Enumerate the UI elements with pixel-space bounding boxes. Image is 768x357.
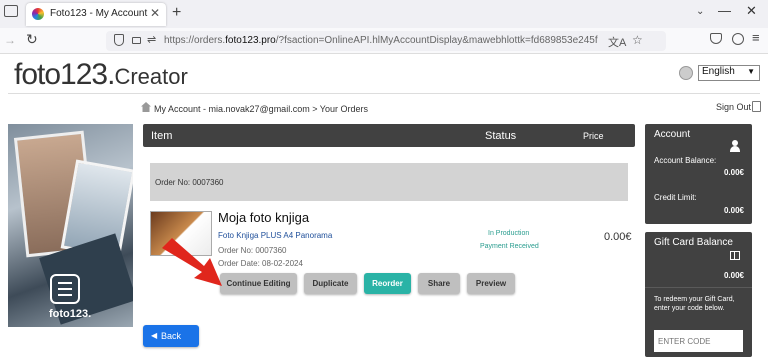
item-title: Moja foto knjiga (218, 210, 310, 225)
permissions-icon[interactable]: ⇌ (147, 33, 156, 46)
account-panel: Account Account Balance: 0.00€ Credit Li… (645, 124, 752, 224)
translate-icon[interactable]: 文A (608, 34, 626, 50)
back-button[interactable]: ◀ Back (143, 325, 199, 347)
window-close-icon[interactable]: ✕ (746, 3, 757, 19)
sign-out-icon[interactable] (752, 101, 761, 112)
red-arrow-icon (162, 238, 222, 286)
promo-logo-text: foto123. (49, 308, 92, 320)
new-tab-icon[interactable]: + (172, 4, 181, 22)
item-price: 0.00€ (604, 231, 632, 243)
continue-editing-button[interactable]: Continue Editing (220, 273, 297, 294)
credit-limit-value: 0.00€ (723, 206, 744, 215)
home-icon[interactable] (141, 102, 151, 112)
account-icon[interactable] (732, 33, 744, 45)
site-favicon-icon (32, 8, 44, 20)
lock-icon[interactable] (132, 37, 141, 44)
gift-card-title: Gift Card Balance (654, 237, 733, 248)
pocket-icon[interactable] (710, 33, 722, 44)
column-status: Status (485, 130, 517, 142)
gift-card-value: 0.00€ (723, 271, 744, 280)
account-balance-label: Account Balance: (654, 156, 717, 165)
status-production: In Production (488, 230, 530, 237)
account-title: Account (654, 129, 691, 140)
browser-tab[interactable]: Foto123 - My Account ✕ (26, 3, 166, 26)
arrow-left-icon: ◀ (151, 331, 158, 340)
status-payment: Payment Received (480, 243, 539, 250)
account-balance-value: 0.00€ (723, 168, 744, 177)
gift-code-input[interactable] (654, 330, 743, 352)
reload-icon[interactable]: ↻ (26, 31, 38, 48)
divider (645, 287, 752, 288)
reorder-button[interactable]: Reorder (364, 273, 411, 294)
back-arrow-icon[interactable]: → (4, 33, 16, 47)
share-button[interactable]: Share (418, 273, 460, 294)
column-price: Price (583, 131, 604, 141)
sign-out-link[interactable]: Sign Out (716, 102, 751, 112)
tab-close-icon[interactable]: ✕ (150, 6, 160, 20)
breadcrumb[interactable]: My Account - mia.novak27@gmail.com > You… (154, 104, 368, 114)
order-number: Order No: 0007360 (155, 178, 224, 187)
gift-icon (730, 251, 740, 260)
url-bar[interactable]: ⇌ https://orders.foto123.pro/?fsaction=O… (106, 31, 666, 51)
item-order-date: Order Date: 08-02-2024 (218, 259, 303, 268)
gift-card-panel: Gift Card Balance 0.00€ To redeem your G… (645, 232, 752, 357)
site-logo[interactable]: foto123.Creator (14, 58, 188, 92)
globe-icon (679, 66, 693, 80)
foto123-logo-icon (50, 274, 80, 304)
menu-icon[interactable]: ≡ (752, 30, 760, 45)
gift-card-instructions: To redeem your Gift Card, enter your cod… (654, 296, 735, 312)
column-item: Item (151, 130, 173, 142)
orders-table-header: Item Status Price (143, 124, 635, 147)
browser-tab-bar: Foto123 - My Account ✕ + ⌄ — ✕ (0, 0, 768, 28)
header-divider (8, 93, 760, 94)
dropdown-arrow-icon: ▼ (747, 67, 755, 76)
browser-nav-bar: → ↻ ⇌ https://orders.foto123.pro/?fsacti… (0, 28, 768, 54)
chevron-down-icon[interactable]: ⌄ (696, 6, 704, 17)
tab-title: Foto123 - My Account (50, 8, 148, 19)
order-number-bar: Order No: 0007360 (150, 163, 628, 201)
item-product-link[interactable]: Foto Knjiga PLUS A4 Panorama (218, 231, 332, 240)
language-select[interactable]: English ▼ (698, 65, 760, 81)
duplicate-button[interactable]: Duplicate (304, 273, 357, 294)
shield-icon[interactable] (114, 34, 124, 46)
credit-limit-label: Credit Limit: (654, 193, 697, 202)
url-text[interactable]: https://orders.foto123.pro/?fsaction=Onl… (164, 35, 598, 46)
person-icon (730, 140, 740, 152)
tab-list-icon[interactable] (4, 5, 18, 17)
minimize-icon[interactable]: — (718, 3, 731, 18)
star-icon[interactable]: ☆ (632, 33, 643, 47)
preview-button[interactable]: Preview (467, 273, 515, 294)
